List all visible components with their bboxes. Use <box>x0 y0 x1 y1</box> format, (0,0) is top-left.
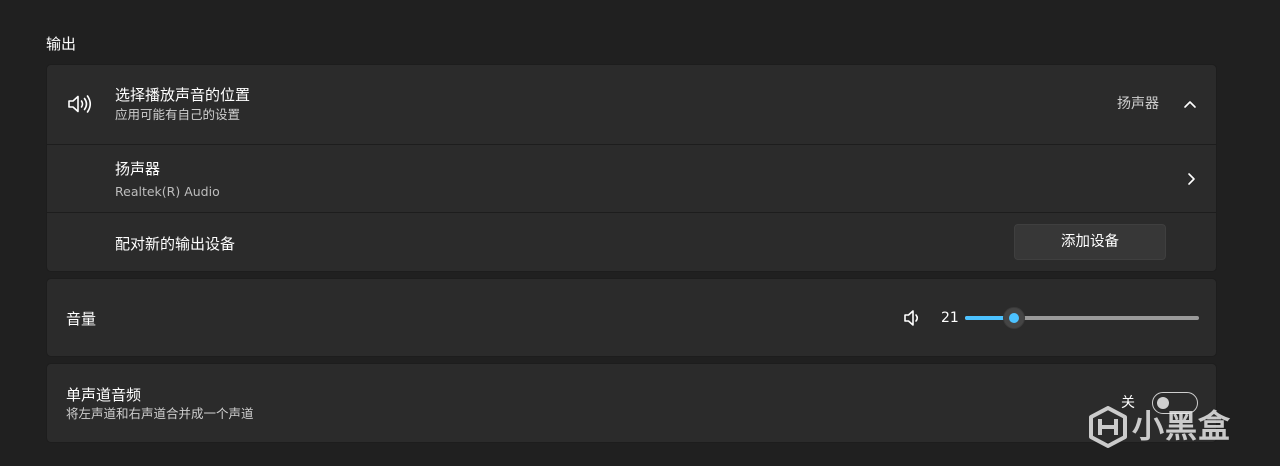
volume-label: 音量 <box>66 310 97 328</box>
output-selector-subtitle: 应用可能有自己的设置 <box>115 107 241 122</box>
mono-audio-title: 单声道音频 <box>66 386 142 404</box>
mono-audio-card: 单声道音频 将左声道和右声道合并成一个声道 关 <box>46 363 1217 443</box>
add-device-button[interactable]: 添加设备 <box>1014 224 1166 260</box>
sound-settings-page: 输出 选择播放声音的位置 应用可能有自己的设置 扬声器 扬声器 Realtek(… <box>0 0 1280 466</box>
volume-card: 音量 21 <box>46 278 1217 357</box>
mono-audio-subtitle: 将左声道和右声道合并成一个声道 <box>66 406 254 421</box>
output-device-item[interactable]: 扬声器 Realtek(R) Audio <box>47 145 1216 212</box>
xiaoheihe-watermark: 小黑盒 <box>1088 402 1248 452</box>
section-title-output: 输出 <box>46 35 77 53</box>
watermark-text: 小黑盒 <box>1132 407 1232 445</box>
pair-device-label: 配对新的输出设备 <box>115 235 236 253</box>
speaker-icon <box>68 95 92 113</box>
pair-output-device-row: 配对新的输出设备 添加设备 <box>47 213 1216 271</box>
device-name: 扬声器 <box>115 160 161 178</box>
device-detail: Realtek(R) Audio <box>115 184 220 199</box>
volume-slider-thumb[interactable] <box>1003 307 1025 329</box>
volume-slider[interactable] <box>965 307 1199 329</box>
output-device-selector[interactable]: 选择播放声音的位置 应用可能有自己的设置 扬声器 <box>47 65 1216 144</box>
output-settings-card: 选择播放声音的位置 应用可能有自己的设置 扬声器 扬声器 Realtek(R) … <box>46 64 1217 272</box>
speaker-low-icon[interactable] <box>903 308 921 328</box>
volume-value: 21 <box>941 310 959 326</box>
output-selector-title: 选择播放声音的位置 <box>115 86 251 104</box>
xiaoheihe-logo <box>1089 406 1127 448</box>
selected-output-device: 扬声器 <box>1117 96 1159 112</box>
chevron-right-icon <box>1188 173 1195 185</box>
chevron-up-icon[interactable] <box>1183 97 1197 111</box>
